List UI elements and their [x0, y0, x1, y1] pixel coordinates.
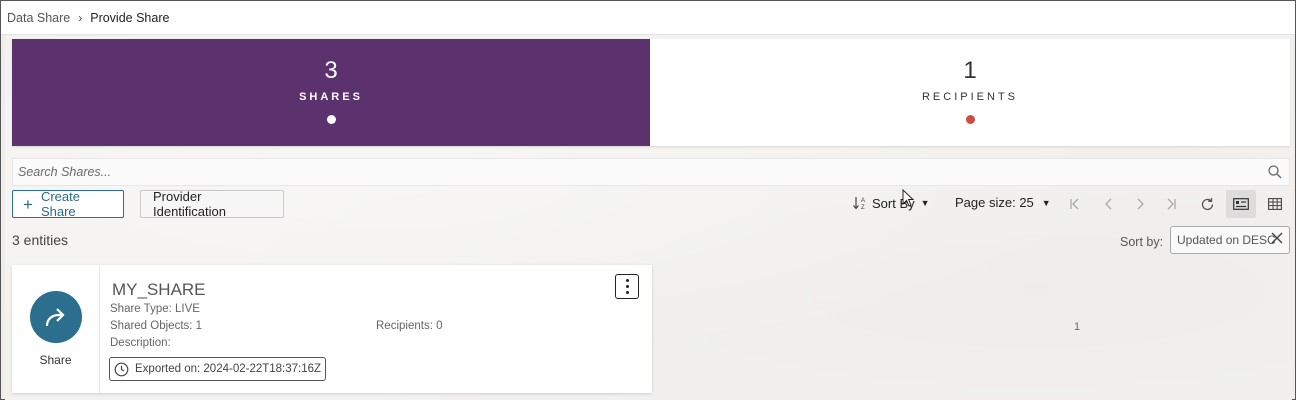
breadcrumb-data-share[interactable]: Data Share: [7, 11, 70, 25]
provider-identification-label: Provider Identification: [153, 189, 226, 219]
main-content: 3 SHARES 1 RECIPIENTS + Create Share Pro…: [5, 35, 1292, 400]
next-page-icon[interactable]: [1129, 193, 1151, 215]
caret-down-icon: ▼: [920, 198, 930, 208]
search-input[interactable]: [13, 159, 1261, 185]
create-share-label: Create Share: [40, 189, 80, 219]
sort-chip-label: Updated on DESC: [1177, 233, 1276, 247]
close-icon[interactable]: [1271, 232, 1283, 247]
page-size-dropdown[interactable]: Page size: 25 ▼: [955, 195, 1051, 210]
search-icon[interactable]: [1261, 165, 1289, 179]
sort-icon: A Z: [853, 197, 865, 211]
share-card-icon-area: Share: [12, 265, 100, 393]
page-number: 1: [1074, 321, 1081, 333]
chevron-right-icon: ›: [78, 10, 83, 25]
card-view-icon[interactable]: [1226, 190, 1256, 218]
svg-text:A: A: [861, 198, 865, 204]
caret-down-icon: ▼: [1041, 197, 1051, 208]
shares-tile[interactable]: 3 SHARES: [12, 39, 650, 146]
breadcrumb-provide-share: Provide Share: [90, 10, 170, 25]
recipients-count-meta: Recipients: 0: [376, 320, 443, 332]
sort-chip: Updated on DESC: [1170, 226, 1290, 254]
table-view-icon[interactable]: [1260, 190, 1290, 218]
description: Description:: [110, 337, 171, 349]
exported-on-badge: Exported on: 2024-02-22T18:37:16Z: [109, 357, 327, 381]
refresh-icon[interactable]: [1196, 193, 1218, 215]
shares-label: SHARES: [299, 91, 363, 103]
recipients-count: 1: [963, 57, 977, 84]
share-name[interactable]: MY_SHARE: [112, 280, 206, 300]
svg-text:Z: Z: [861, 205, 865, 211]
recipients-label: RECIPIENTS: [921, 91, 1018, 103]
sort-by-dropdown[interactable]: A Z Sort By ▼: [852, 195, 930, 211]
mouse-pointer-icon: [902, 189, 915, 207]
toolbar: + Create Share Provider Identification A…: [12, 189, 1290, 219]
page-size-label: Page size: 25: [955, 195, 1034, 210]
shares-count: 3: [324, 57, 338, 84]
exported-on-label: Exported on: 2024-02-22T18:37:16Z: [135, 363, 322, 375]
provider-identification-button[interactable]: Provider Identification: [140, 189, 284, 219]
create-share-button[interactable]: + Create Share: [12, 189, 124, 219]
last-page-icon[interactable]: [1160, 193, 1182, 215]
previous-page-icon[interactable]: [1098, 193, 1120, 215]
share-icon: [29, 291, 82, 343]
share-type: Share Type: LIVE: [110, 303, 200, 315]
recipients-indicator-dot: [965, 115, 975, 124]
shared-objects: Shared Objects: 1: [110, 320, 203, 332]
entity-count: 3 entities: [12, 232, 69, 248]
share-icon-label: Share: [39, 353, 72, 367]
shares-indicator-dot: [326, 115, 336, 124]
breadcrumb: Data Share › Provide Share: [1, 1, 1295, 35]
plus-icon: +: [23, 194, 33, 214]
recipients-tile[interactable]: 1 RECIPIENTS: [650, 39, 1290, 146]
summary-tiles: 3 SHARES 1 RECIPIENTS: [12, 39, 1290, 146]
share-card[interactable]: Share MY_SHARE Share Type: LIVE Shared O…: [12, 265, 652, 393]
search-bar: [12, 158, 1290, 186]
sort-by-caption: Sort by:: [1120, 235, 1164, 249]
kebab-menu-icon[interactable]: [615, 274, 639, 299]
first-page-icon[interactable]: [1064, 193, 1086, 215]
share-card-details: MY_SHARE Share Type: LIVE Shared Objects…: [100, 265, 652, 393]
clock-icon: [114, 362, 129, 376]
